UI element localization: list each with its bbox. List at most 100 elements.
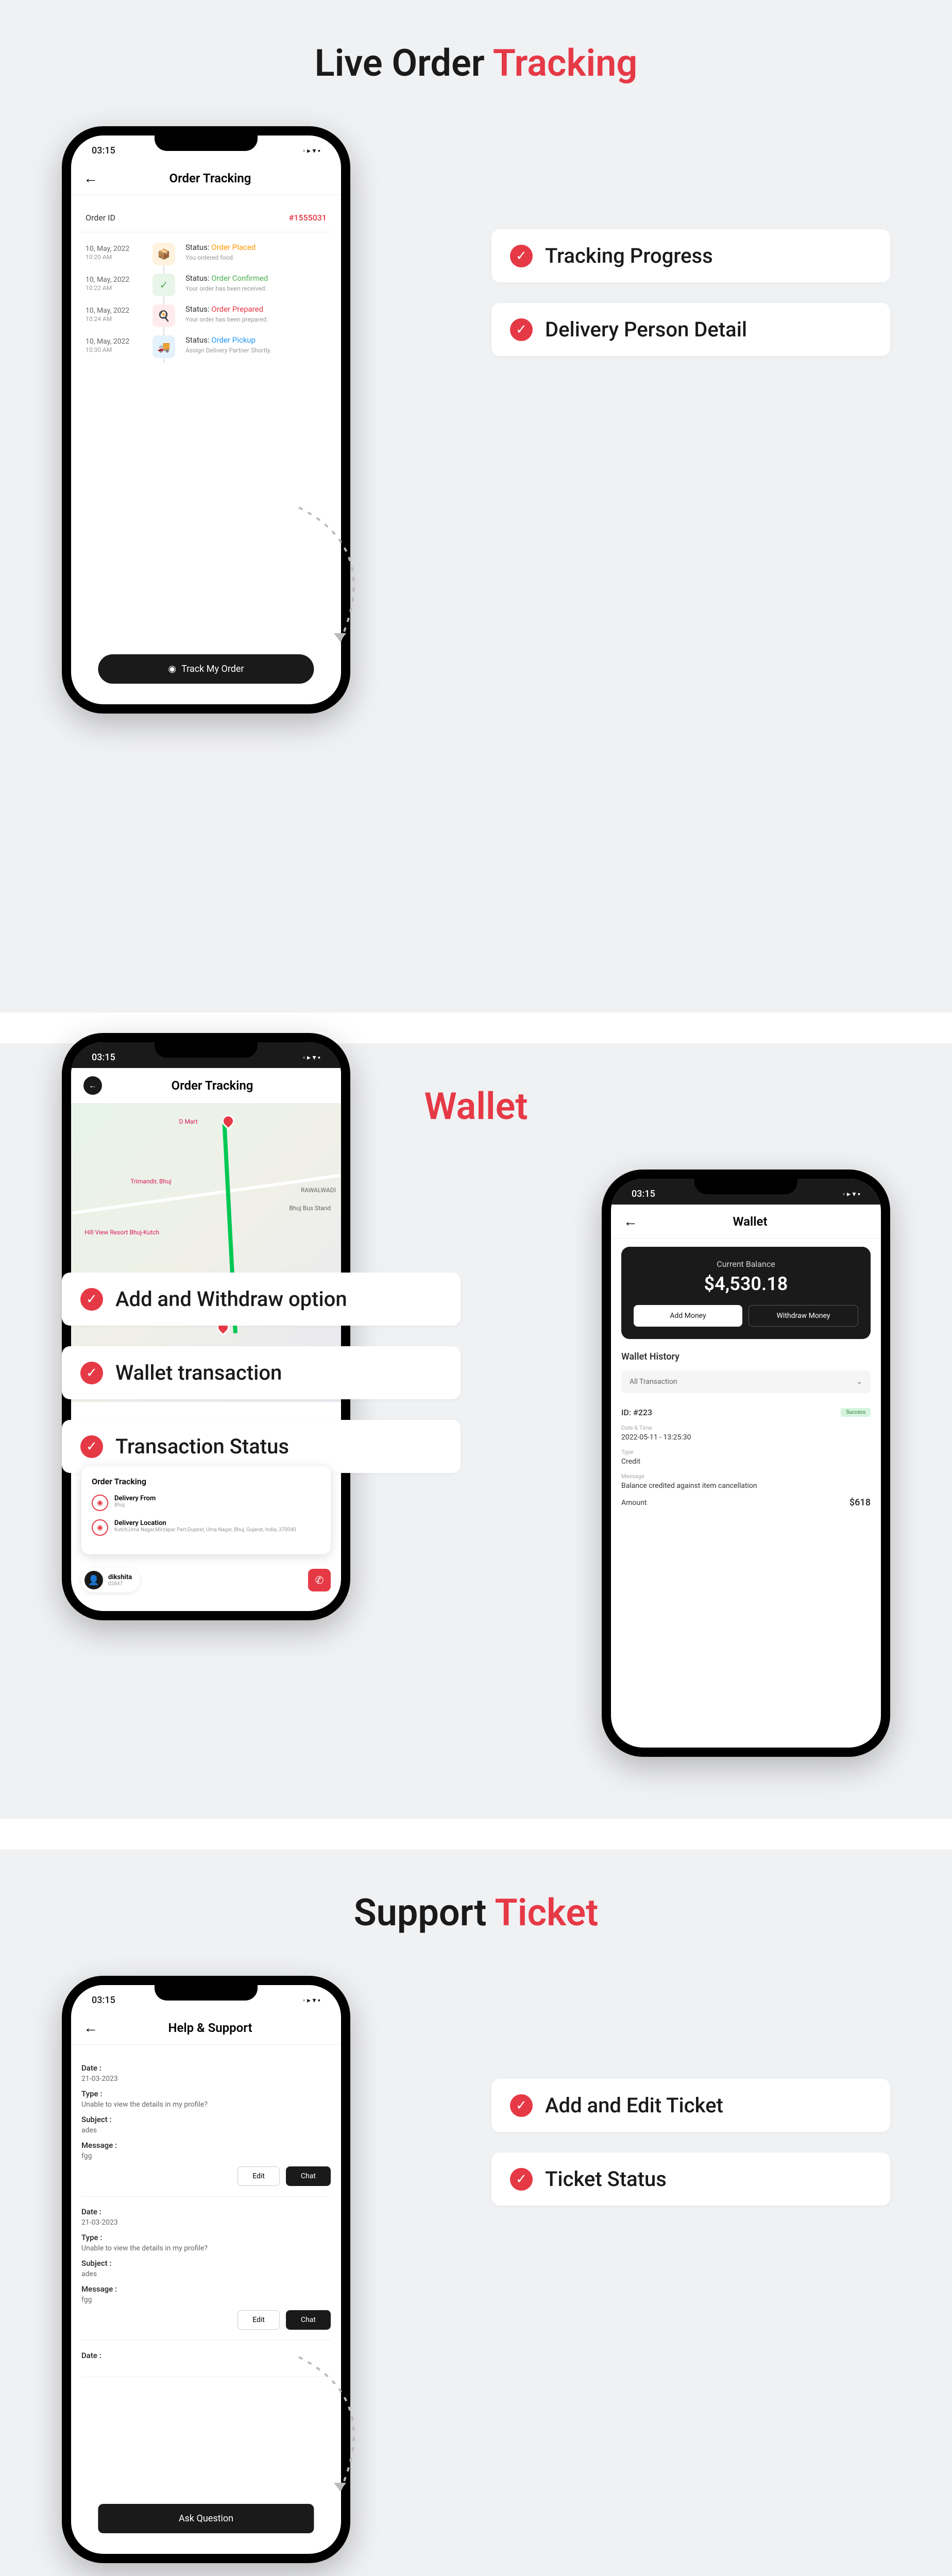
phone-screen: 03:15 ◦ ▸ ▾ ▪ ← Help & Support Date :21-… [71, 1985, 341, 2554]
field-label: Date : [81, 2207, 331, 2216]
field-label: Date : [81, 2063, 331, 2073]
track-btn-label: Track My Order [181, 664, 244, 674]
wallet-filter-dropdown[interactable]: All Transaction ⌄ [621, 1370, 871, 1393]
timeline-icon: ✓ [152, 274, 175, 296]
status-icons: ◦ ▸ ▾ ▪ [303, 1053, 320, 1062]
ticket-field: Date : 21-03-2023 [81, 2063, 331, 2083]
support-ticket: Date :21-03-2023 Type :Unable to view th… [81, 2197, 331, 2341]
section-tracking: Live Order Tracking 03:15 ◦ ▸ ▾ ▪ ← Orde [0, 0, 952, 1012]
ask-question-button[interactable]: Ask Question [98, 2504, 314, 2533]
feature-label: Delivery Person Detail [545, 317, 747, 342]
tx-id: ID: #223 [621, 1408, 652, 1417]
support-ticket: Date : [81, 2341, 331, 2377]
timeline-date: 10, May, 202210:24 AM [86, 304, 142, 327]
phone-help-support: 03:15 ◦ ▸ ▾ ▪ ← Help & Support Date :21-… [62, 1976, 350, 2563]
screen-title: Wallet [646, 1214, 854, 1229]
timeline-desc: Assign Delivery Partner Shortly. [185, 347, 331, 354]
feature-item: ✓ Wallet transaction [62, 1346, 461, 1399]
check-icon: ✓ [510, 2168, 533, 2191]
title-text-2: Tracking [493, 41, 638, 85]
tx-status-badge: Success [841, 1408, 871, 1417]
wallet-buttons: Add Money Withdraw Money [634, 1305, 858, 1327]
back-icon[interactable]: ← [623, 1213, 638, 1230]
timeline: 10, May, 202210:20 AM 📦 Status: Order Pl… [81, 243, 331, 358]
field-label: Subject : [81, 2115, 331, 2124]
field-value: 21-03-2023 [81, 2075, 331, 2083]
screen-header: ← Help & Support [71, 2011, 341, 2045]
timeline-status: Status: Order Pickup [185, 335, 331, 345]
back-icon[interactable]: ← [83, 2019, 98, 2036]
phone-screen: 03:15 ◦ ▸ ▾ ▪ ← Order Tracking Order ID … [71, 135, 341, 704]
tx-amount-row: Amount $618 [621, 1497, 871, 1508]
phone-notch [155, 1985, 258, 2001]
tx-field: Type Credit [621, 1449, 871, 1466]
chat-button[interactable]: Chat [286, 2166, 331, 2186]
map-tracking-card: Order Tracking ◉ Delivery From Bhuj [81, 1466, 331, 1554]
edit-button[interactable]: Edit [237, 2166, 280, 2186]
status-icons: ◦ ▸ ▾ ▪ [303, 1996, 320, 2005]
from-label: Delivery From [114, 1495, 156, 1502]
status-time: 03:15 [92, 145, 115, 156]
screen-header: ← Wallet [611, 1205, 881, 1239]
field-value: ades [81, 2126, 331, 2134]
filter-label: All Transaction [630, 1378, 677, 1386]
back-icon[interactable]: ← [83, 170, 98, 187]
screen-title: Help & Support [106, 2021, 314, 2035]
call-button[interactable]: ✆ [308, 1569, 331, 1591]
timeline-item: 10, May, 202210:24 AM 🍳 Status: Order Pr… [86, 304, 331, 327]
timeline-item: 10, May, 202210:20 AM 📦 Status: Order Pl… [86, 243, 331, 265]
chat-button[interactable]: Chat [286, 2310, 331, 2330]
track-order-button[interactable]: ◉ Track My Order [98, 654, 314, 684]
target-icon: ◉ [168, 664, 176, 674]
tx-value: Credit [621, 1458, 871, 1466]
feature-label: Wallet transaction [115, 1361, 282, 1385]
feature-item: ✓ Ticket Status [491, 2153, 890, 2206]
withdraw-money-button[interactable]: Withdraw Money [749, 1305, 858, 1327]
tx-label: Message [621, 1473, 871, 1480]
timeline-date: 10, May, 202210:22 AM [86, 274, 142, 296]
timeline-content: Status: Order Prepared Your order has be… [185, 304, 331, 327]
tx-value: Balance credited against item cancellati… [621, 1482, 871, 1490]
tracking-title: Live Order Tracking [62, 41, 890, 85]
ticket-field: Message : fgg [81, 2284, 331, 2304]
feature-item: ✓ Add and Withdraw option [62, 1273, 461, 1326]
feature-item: ✓ Add and Edit Ticket [491, 2079, 890, 2132]
timeline-item: 10, May, 202210:22 AM ✓ Status: Order Co… [86, 274, 331, 296]
check-icon: ✓ [80, 1435, 103, 1458]
ticket-buttons: Edit Chat [81, 2310, 331, 2330]
support-body: Date : 21-03-2023 Type :Unable to view th… [71, 2045, 341, 2554]
check-icon: ✓ [510, 245, 533, 267]
balance-amount: $4,530.18 [634, 1273, 858, 1295]
map-poi: D Mart [179, 1118, 198, 1125]
phone-screen: 03:15 ◦ ▸ ▾ ▪ ← Wallet Current Balance $… [611, 1179, 881, 1748]
field-label: Message : [81, 2284, 331, 2294]
field-label: Type : [81, 2089, 331, 2098]
tx-header-row: ID: #223 Success [621, 1408, 871, 1417]
delivery-from-row: ◉ Delivery From Bhuj [92, 1495, 320, 1511]
field-value: fgg [81, 2296, 331, 2304]
tracking-row: 03:15 ◦ ▸ ▾ ▪ ← Order Tracking Order ID … [62, 126, 890, 951]
timeline-content: Status: Order Pickup Assign Delivery Par… [185, 335, 331, 358]
check-icon: ✓ [80, 1288, 103, 1311]
tx-label: Date & Time [621, 1425, 871, 1431]
title-text-2: Ticket [495, 1891, 599, 1935]
tracking-phones: 03:15 ◦ ▸ ▾ ▪ ← Order Tracking Order ID … [62, 126, 461, 951]
back-icon[interactable]: ← [83, 1076, 102, 1095]
ticket-buttons: Edit Chat [81, 2166, 331, 2186]
field-label: Date : [81, 2351, 331, 2360]
location-from-icon: ◉ [92, 1495, 108, 1511]
ticket-field: Type :Unable to view the details in my p… [81, 2233, 331, 2252]
driver-name: dikshita [108, 1573, 132, 1581]
phone-wallet: 03:15 ◦ ▸ ▾ ▪ ← Wallet Current Balance $… [602, 1170, 890, 1757]
edit-button[interactable]: Edit [237, 2310, 280, 2330]
driver-chip[interactable]: 👤 dikshita 02847 [81, 1568, 140, 1592]
tracking-features: ✓ Tracking Progress ✓ Delivery Person De… [491, 126, 890, 356]
check-icon: ✓ [510, 318, 533, 341]
field-label: Type : [81, 2233, 331, 2242]
title-text-1: Live Order [315, 41, 485, 85]
timeline-status: Status: Order Prepared [185, 304, 331, 314]
add-money-button[interactable]: Add Money [634, 1305, 742, 1327]
wallet-row: 03:15 ◦ ▸ ▾ ▪ ← Wallet Current Balance $… [62, 1170, 890, 1757]
timeline-item: 10, May, 202210:30 AM 🚚 Status: Order Pi… [86, 335, 331, 358]
check-icon: ✓ [510, 2094, 533, 2117]
